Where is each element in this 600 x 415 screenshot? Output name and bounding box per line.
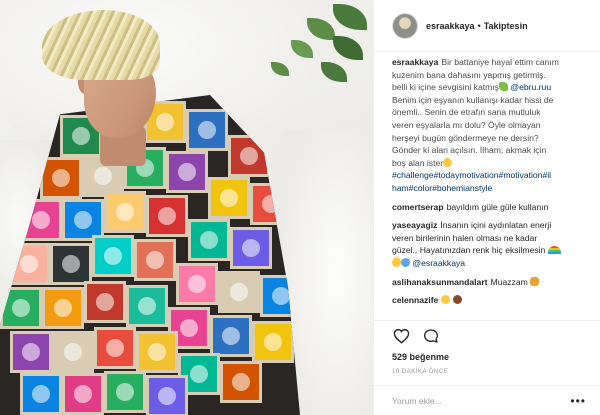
post-timestamp: 10 DAKİKA ÖNCE <box>392 368 449 375</box>
caption-line: herşeyi bugün göndermeye ne dersin? <box>392 132 539 143</box>
avatar[interactable] <box>392 12 418 39</box>
caption-line: Benim için eşyanın kullanışı kadar hissi… <box>392 94 554 105</box>
caption-line: Bir battaniye hayal ettim canım <box>441 57 559 67</box>
caption-hashtags[interactable]: #challenge#todaymotivation#motivation#il <box>392 169 590 182</box>
caption-hashtags[interactable]: ham#color#bohemianstyle <box>392 182 590 195</box>
more-options-button[interactable]: ••• <box>570 394 586 408</box>
caption-line: Gönder ki alan açılsın. İlham; akmak içi… <box>392 145 547 156</box>
header-username[interactable]: esraakkaya <box>426 21 475 31</box>
person-emoji-icon <box>452 295 462 305</box>
comment-username[interactable]: celennazife <box>392 295 438 305</box>
header-separator-dot: • <box>477 20 481 31</box>
add-comment-bar: ••• <box>374 385 600 415</box>
caption-line: boş alan ister <box>392 157 444 168</box>
comment-bubble-icon[interactable] <box>422 327 440 345</box>
comment-text: bayıldım güle güle kullanın <box>446 201 549 212</box>
comment-input[interactable] <box>392 395 542 406</box>
caption-username[interactable]: esraakkaya <box>392 57 438 67</box>
comment-username[interactable]: yaseayagiz <box>392 220 437 230</box>
rainbow-emoji-icon <box>547 246 561 255</box>
comment-username[interactable]: aslihanaksunmandalart <box>392 277 488 287</box>
follow-status-button[interactable]: Takiptesin <box>484 21 528 31</box>
pillow-right <box>283 130 373 415</box>
post-side-panel: esraakkaya • Takiptesin esraakkaya Bir ba… <box>373 0 600 415</box>
caption-line: veren eşyalarla mı dolu? Öyle olmayan <box>392 119 541 130</box>
caption-line: önemli.. Senin de etrafın sana mutluluk <box>392 107 541 118</box>
comments-list: esraakkaya Bir battaniye hayal ettim canı… <box>374 56 600 318</box>
caption-line: belli ki içine sevgisini katmış <box>392 82 499 93</box>
person-head <box>38 10 168 166</box>
likes-count[interactable]: 529 beğenme <box>392 352 449 362</box>
comment-mention[interactable]: @esraakkaya <box>412 258 465 268</box>
clapping-hands-icon <box>530 276 540 286</box>
heart-outline-icon[interactable] <box>392 327 410 345</box>
smile-emoji-icon <box>441 295 451 305</box>
comment-text: güzel.. Hayatınızdan renk hiç eksilmesin <box>392 245 546 256</box>
blue-heart-icon <box>401 257 410 267</box>
bleached-hair <box>42 10 160 80</box>
post-actions <box>374 320 600 350</box>
caption-line: kuzenim bana dahasını yapmış getirmiş. <box>392 69 546 80</box>
comment-item: yaseayagiz İnsanın içini aydınlatan enerj… <box>392 219 590 269</box>
plant-leaves <box>263 0 373 105</box>
angel-emoji-icon <box>392 257 401 267</box>
comment-item: celennazife <box>392 294 590 307</box>
comment-text: veren birilerinin halen olması ne kadar <box>392 232 538 243</box>
caption-mention[interactable]: @ebru.ruu <box>510 82 551 92</box>
comment-text: Muazzam <box>490 276 528 287</box>
comment-item: comertserap bayıldım güle güle kullanın <box>392 201 590 214</box>
caption: esraakkaya Bir battaniye hayal ettim canı… <box>392 56 590 195</box>
comment-item: aslihanaksunmandalart Muazzam <box>392 276 590 289</box>
post-header: esraakkaya • Takiptesin <box>374 0 600 52</box>
smile-emoji-icon <box>443 157 453 167</box>
green-heart-icon <box>498 82 508 92</box>
post-photo[interactable] <box>0 0 373 415</box>
comment-text: İnsanın içini aydınlatan enerji <box>440 220 552 231</box>
comment-username[interactable]: comertserap <box>392 202 444 212</box>
